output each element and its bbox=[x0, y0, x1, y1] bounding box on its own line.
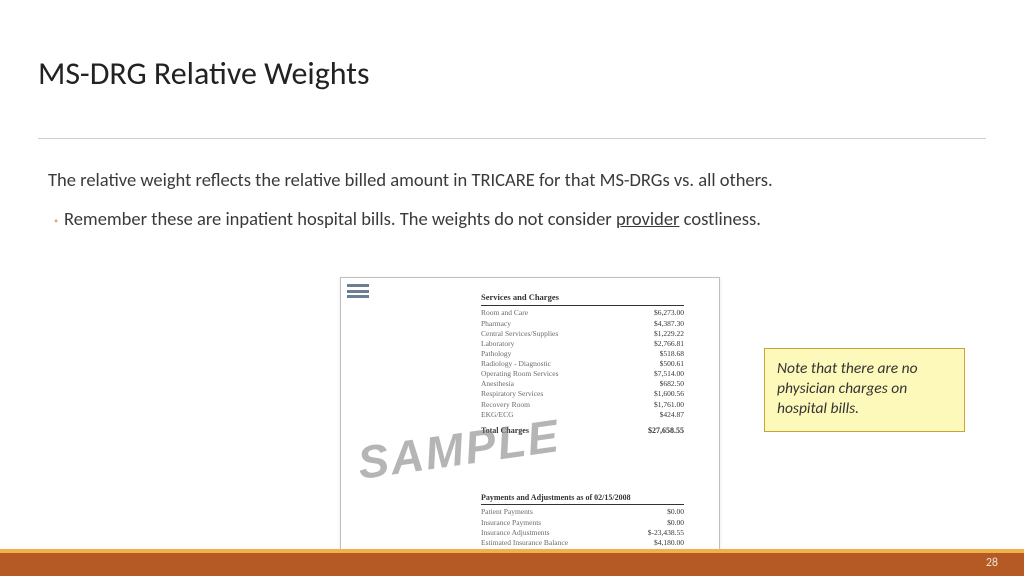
bill-line-item: Radiology - Diagnostic $500.61 bbox=[481, 359, 684, 369]
paragraph-1: The relative weight reflects the relativ… bbox=[48, 168, 868, 193]
bill-line-item: Pharmacy $4,387.30 bbox=[481, 319, 684, 329]
slide-title: MS-DRG Relative Weights bbox=[38, 54, 370, 93]
bill-item-name: Room and Care bbox=[481, 308, 528, 318]
bill-payment-item: Insurance Payments $0.00 bbox=[481, 518, 684, 528]
bill-line-item: Operating Room Services $7,514.00 bbox=[481, 369, 684, 379]
bill-line-item: Pathology $518.68 bbox=[481, 349, 684, 359]
bill-payment-value: $0.00 bbox=[667, 518, 684, 528]
bill-item-name: Pharmacy bbox=[481, 319, 511, 329]
bill-item-value: $7,514.00 bbox=[654, 369, 684, 379]
callout-note: Note that there are no physician charges… bbox=[764, 348, 965, 432]
bill-line-item: Respiratory Services $1,600.56 bbox=[481, 389, 684, 399]
bill-menu-icon bbox=[347, 284, 369, 298]
bill-item-name: Anesthesia bbox=[481, 379, 514, 389]
bill-item-value: $1,229.22 bbox=[654, 329, 684, 339]
bill-payment-item: Estimated Insurance Balance $4,180.00 bbox=[481, 538, 684, 548]
bill-services-header: Services and Charges bbox=[481, 292, 684, 306]
bill-payments-header: Payments and Adjustments as of 02/15/200… bbox=[481, 493, 684, 506]
divider bbox=[38, 138, 986, 139]
bill-item-name: Respiratory Services bbox=[481, 389, 543, 399]
bill-item-name: Operating Room Services bbox=[481, 369, 558, 379]
page-number: 28 bbox=[986, 556, 998, 570]
bill-item-value: $4,387.30 bbox=[654, 319, 684, 329]
bill-item-name: Laboratory bbox=[481, 339, 514, 349]
bill-item-value: $682.50 bbox=[660, 379, 684, 389]
bill-payment-item: Insurance Adjustments $-23,438.55 bbox=[481, 528, 684, 538]
bill-item-name: Recovery Room bbox=[481, 400, 530, 410]
bill-item-name: Pathology bbox=[481, 349, 511, 359]
bill-item-value: $518.68 bbox=[660, 349, 684, 359]
bill-item-value: $6,273.00 bbox=[654, 308, 684, 318]
bullet-post: costliness. bbox=[679, 207, 760, 230]
bill-line-item: Laboratory $2,766.81 bbox=[481, 339, 684, 349]
slide: MS-DRG Relative Weights The relative wei… bbox=[0, 0, 1024, 576]
bill-line-item: Anesthesia $682.50 bbox=[481, 379, 684, 389]
bill-payment-name: Insurance Payments bbox=[481, 518, 541, 528]
bullet-underlined: provider bbox=[616, 207, 680, 230]
bill-item-name: Central Services/Supplies bbox=[481, 329, 558, 339]
bill-item-name: Radiology - Diagnostic bbox=[481, 359, 551, 369]
bill-payment-value: $-23,438.55 bbox=[648, 528, 684, 538]
bullet-1: ◦ Remember these are inpatient hospital … bbox=[48, 207, 868, 232]
bill-item-value: $424.87 bbox=[660, 410, 684, 420]
bullet-text: Remember these are inpatient hospital bi… bbox=[64, 207, 761, 232]
footer-bar: 28 bbox=[0, 549, 1024, 576]
bill-item-value: $1,600.56 bbox=[654, 389, 684, 399]
bill-payment-name: Estimated Insurance Balance bbox=[481, 538, 568, 548]
bill-payment-value: $0.00 bbox=[667, 507, 684, 517]
bullet-pre: Remember these are inpatient hospital bi… bbox=[64, 207, 616, 230]
bill-payment-name: Patient Payments bbox=[481, 507, 533, 517]
bill-item-value: $1,761.00 bbox=[654, 400, 684, 410]
bill-payment-value: $4,180.00 bbox=[654, 538, 684, 548]
bill-item-value: $2,766.81 bbox=[654, 339, 684, 349]
bill-line-item: Central Services/Supplies $1,229.22 bbox=[481, 329, 684, 339]
bill-line-item: Room and Care $6,273.00 bbox=[481, 308, 684, 318]
bill-item-value: $500.61 bbox=[660, 359, 684, 369]
sample-bill-image: Services and Charges Room and Care $6,273… bbox=[340, 277, 720, 555]
bill-payment-name: Insurance Adjustments bbox=[481, 528, 550, 538]
bill-line-item: Recovery Room $1,761.00 bbox=[481, 400, 684, 410]
bill-total-value: $27,658.55 bbox=[648, 426, 684, 437]
bill-payment-item: Patient Payments $0.00 bbox=[481, 507, 684, 517]
body-text: The relative weight reflects the relativ… bbox=[48, 168, 868, 232]
bullet-marker-icon: ◦ bbox=[48, 207, 64, 232]
